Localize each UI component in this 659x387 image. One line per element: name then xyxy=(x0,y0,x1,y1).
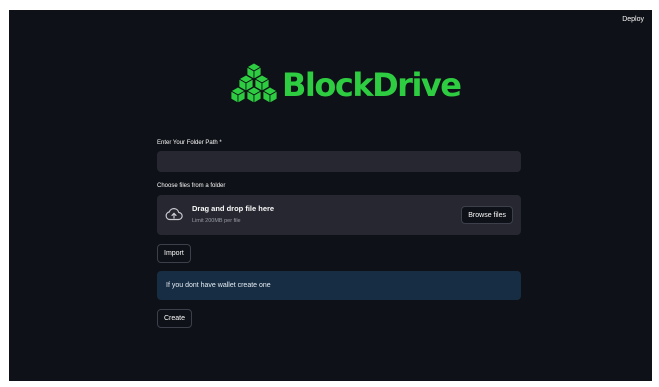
info-alert: If you dont have wallet create one xyxy=(157,271,521,300)
dropzone-title: Drag and drop file here xyxy=(192,204,275,213)
file-dropzone[interactable]: Drag and drop file here Limit 200MB per … xyxy=(157,195,521,235)
blockdrive-logo: BlockDrive xyxy=(230,63,462,107)
uploader-label: Choose files from a folder xyxy=(157,183,226,189)
dropzone-limit: Limit 200MB per file xyxy=(192,218,241,224)
cubes-icon xyxy=(230,63,278,104)
create-button[interactable]: Create xyxy=(157,309,193,328)
logo-text: BlockDrive xyxy=(282,66,462,104)
cloud-upload-icon xyxy=(165,207,183,226)
import-button[interactable]: Import xyxy=(157,244,191,263)
browse-files-button[interactable]: Browse files xyxy=(461,206,513,224)
folder-path-input[interactable] xyxy=(157,151,521,172)
deploy-button[interactable]: Deploy xyxy=(622,16,644,23)
info-message: If you dont have wallet create one xyxy=(166,282,271,289)
app-container: Deploy BlockDrive Enter Your Folder Path… xyxy=(9,10,652,381)
folder-path-label: Enter Your Folder Path * xyxy=(157,140,222,146)
